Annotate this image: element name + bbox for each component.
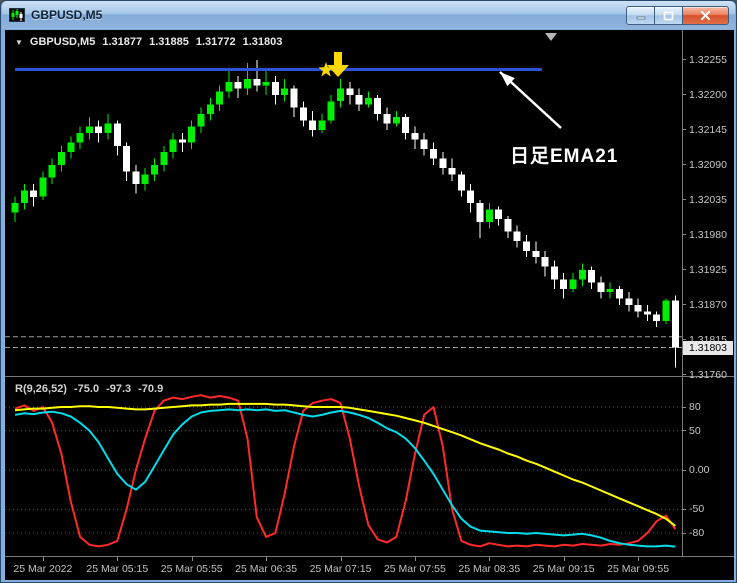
indicator-info-line: R(9,26,52) -75.0 -97.3 -70.9 [15, 383, 163, 395]
time-tick-label: 25 Mar 07:15 [309, 563, 372, 575]
indicator-tick [682, 430, 686, 432]
time-tick-label: 25 Mar 05:15 [86, 563, 149, 575]
price-tick [682, 199, 686, 201]
chart-shift-marker-icon[interactable] [545, 33, 557, 41]
price-tick [682, 59, 686, 61]
time-tick-label: 25 Mar 09:15 [532, 563, 595, 575]
window-title: GBPUSD,M5 [31, 8, 103, 22]
close-icon [701, 10, 710, 20]
maximize-icon [663, 11, 674, 20]
price-tick [682, 374, 686, 376]
indicator-tick [682, 406, 686, 408]
indicator-name: R(9,26,52) [15, 383, 67, 395]
price-tick-label: 1.32145 [689, 123, 727, 136]
price-tick [682, 164, 686, 166]
price-tick-label: 1.32255 [689, 53, 727, 66]
time-tick [266, 557, 268, 561]
time-tick-label: 25 Mar 08:35 [458, 563, 521, 575]
indicator-tick-label: -80 [689, 527, 705, 539]
price-tick [682, 234, 686, 236]
star-object[interactable] [318, 62, 334, 77]
price-tick-label: 1.32200 [689, 88, 727, 101]
price-tick-label: 1.31870 [689, 298, 727, 311]
price-tick-label: 1.32090 [689, 158, 727, 171]
indicator-value-r9: -75.0 [73, 383, 100, 395]
time-tick [489, 557, 491, 561]
info-close: 1.31803 [242, 36, 283, 48]
indicator-value-r52: -70.9 [138, 383, 164, 395]
price-tick-label: 1.31980 [689, 228, 727, 241]
indicator-tick [682, 532, 686, 534]
time-tick-label: 25 Mar 2022 [13, 563, 73, 575]
price-tick-label: 1.31760 [689, 368, 727, 381]
minimize-button[interactable] [626, 6, 655, 25]
chart-client: ▼ GBPUSD,M5 1.31877 1.31885 1.31772 1.31… [5, 30, 734, 580]
time-tick [117, 557, 119, 561]
symbol-dropdown-icon[interactable]: ▼ [15, 36, 23, 49]
candles-layer [11, 59, 679, 368]
info-low: 1.31772 [195, 36, 236, 48]
down-arrow-object[interactable] [327, 52, 349, 77]
price-tick-label: 1.31925 [689, 263, 727, 276]
time-tick-label: 25 Mar 07:55 [383, 563, 446, 575]
price-tick [682, 269, 686, 271]
price-tick [682, 304, 686, 306]
maximize-button[interactable] [655, 6, 683, 25]
time-tick [191, 557, 193, 561]
ema-annotation-label[interactable]: 日足EMA21 [510, 141, 618, 168]
indicator-tick-label: 0.00 [689, 464, 710, 476]
indicator-tick-label: -50 [689, 503, 705, 516]
time-tick [638, 557, 640, 561]
indicator-tick [682, 469, 686, 471]
time-tick [414, 557, 416, 561]
indicator-tick-label: 50 [689, 424, 701, 437]
indicator-line-R26 [14, 408, 676, 548]
time-tick [340, 557, 342, 561]
info-open: 1.31877 [102, 36, 143, 48]
minimize-icon [636, 16, 645, 20]
info-high: 1.31885 [149, 36, 189, 48]
time-tick [42, 557, 44, 561]
price-scale-separator[interactable] [682, 30, 683, 557]
price-tick [682, 129, 686, 131]
indicator-value-r26: -97.3 [106, 383, 132, 395]
chart-info-line[interactable]: ▼ GBPUSD,M5 1.31877 1.31885 1.31772 1.31… [15, 36, 282, 49]
indicator-line-R9 [14, 394, 677, 548]
bid-price-badge: 1.31803 [683, 341, 733, 355]
info-symbol-period: GBPUSD,M5 [29, 36, 96, 48]
chart-window: GBPUSD,M5 ▼ GBPUSD,M5 1.31877 1.31885 1.… [0, 0, 737, 583]
time-tick-label: 25 Mar 06:35 [235, 563, 298, 575]
main-chart-svg[interactable] [5, 30, 682, 376]
close-button[interactable] [683, 6, 729, 25]
indicator-svg[interactable] [5, 379, 682, 556]
indicator-tick [682, 508, 686, 510]
window-controls [626, 6, 729, 25]
window-splitter[interactable] [5, 376, 734, 377]
window-titlebar[interactable]: GBPUSD,M5 [2, 1, 735, 29]
indicator-tick-label: 80 [689, 401, 701, 413]
time-tick-label: 25 Mar 09:55 [607, 563, 670, 575]
window-icon [9, 8, 25, 22]
price-tick-label: 1.32035 [689, 193, 727, 206]
time-tick [563, 557, 565, 561]
time-tick-label: 25 Mar 05:55 [160, 563, 223, 575]
price-tick [682, 94, 686, 96]
